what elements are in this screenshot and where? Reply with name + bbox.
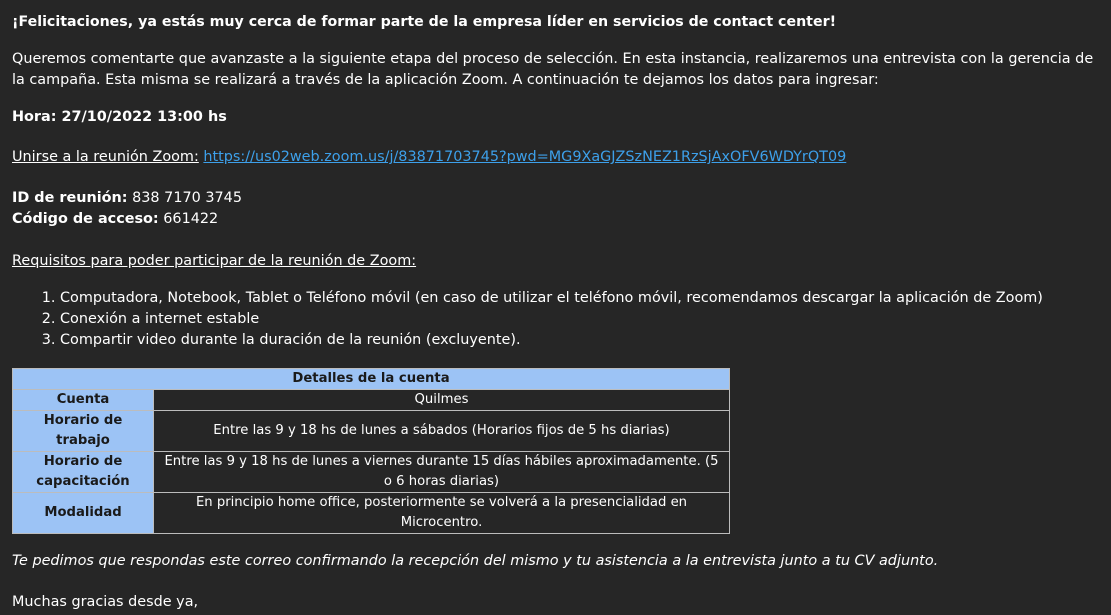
meeting-time: Hora: 27/10/2022 13:00 hs: [12, 109, 227, 125]
meeting-id-line: ID de reunión: 838 7170 3745: [12, 188, 1107, 209]
row-value: Quilmes: [153, 389, 730, 411]
closing-request: Te pedimos que respondas este correo con…: [12, 553, 939, 569]
account-details-table: Detalles de la cuenta Cuenta Quilmes Hor…: [12, 368, 730, 534]
table-row: Cuenta Quilmes: [12, 389, 730, 411]
zoom-join-line: Unirse a la reunión Zoom: https://us02we…: [12, 147, 1107, 168]
row-label: Cuenta: [12, 389, 154, 411]
zoom-join-label: Unirse a la reunión Zoom:: [12, 149, 199, 165]
email-intro: Queremos comentarte que avanzaste a la s…: [12, 51, 1094, 88]
requirements-list: Computadora, Notebook, Tablet o Teléfono…: [12, 288, 1107, 351]
table-row: Modalidad En principio home office, post…: [12, 492, 730, 534]
row-label: Horario de capacitación: [12, 451, 154, 493]
requirements-title: Requisitos para poder participar de la r…: [12, 253, 417, 269]
sign-off: Muchas gracias desde ya,: [12, 594, 199, 610]
row-label: Modalidad: [12, 492, 154, 534]
table-title: Detalles de la cuenta: [12, 368, 730, 390]
meeting-id-value: 838 7170 3745: [127, 190, 242, 206]
meeting-id-label: ID de reunión:: [12, 190, 128, 206]
access-code-line: Código de acceso: 661422: [12, 209, 1107, 230]
zoom-meeting-link[interactable]: https://us02web.zoom.us/j/83871703745?pw…: [203, 149, 846, 165]
table-row: Horario de trabajo Entre las 9 y 18 hs d…: [12, 410, 730, 452]
list-item: Computadora, Notebook, Tablet o Teléfono…: [60, 288, 1107, 309]
access-code-label: Código de acceso:: [12, 211, 159, 227]
row-value: En principio home office, posteriormente…: [153, 492, 730, 534]
email-body: ¡Felicitaciones, ya estás muy cerca de f…: [12, 12, 1107, 613]
row-label: Horario de trabajo: [12, 410, 154, 452]
meeting-credentials: ID de reunión: 838 7170 3745 Código de a…: [12, 188, 1107, 230]
table-row: Horario de capacitación Entre las 9 y 18…: [12, 451, 730, 493]
list-item: Compartir video durante la duración de l…: [60, 330, 1107, 351]
row-value: Entre las 9 y 18 hs de lunes a viernes d…: [153, 451, 730, 493]
list-item: Conexión a internet estable: [60, 309, 1107, 330]
row-value: Entre las 9 y 18 hs de lunes a sábados (…: [153, 410, 730, 452]
email-heading: ¡Felicitaciones, ya estás muy cerca de f…: [12, 14, 837, 30]
access-code-value: 661422: [158, 211, 219, 227]
